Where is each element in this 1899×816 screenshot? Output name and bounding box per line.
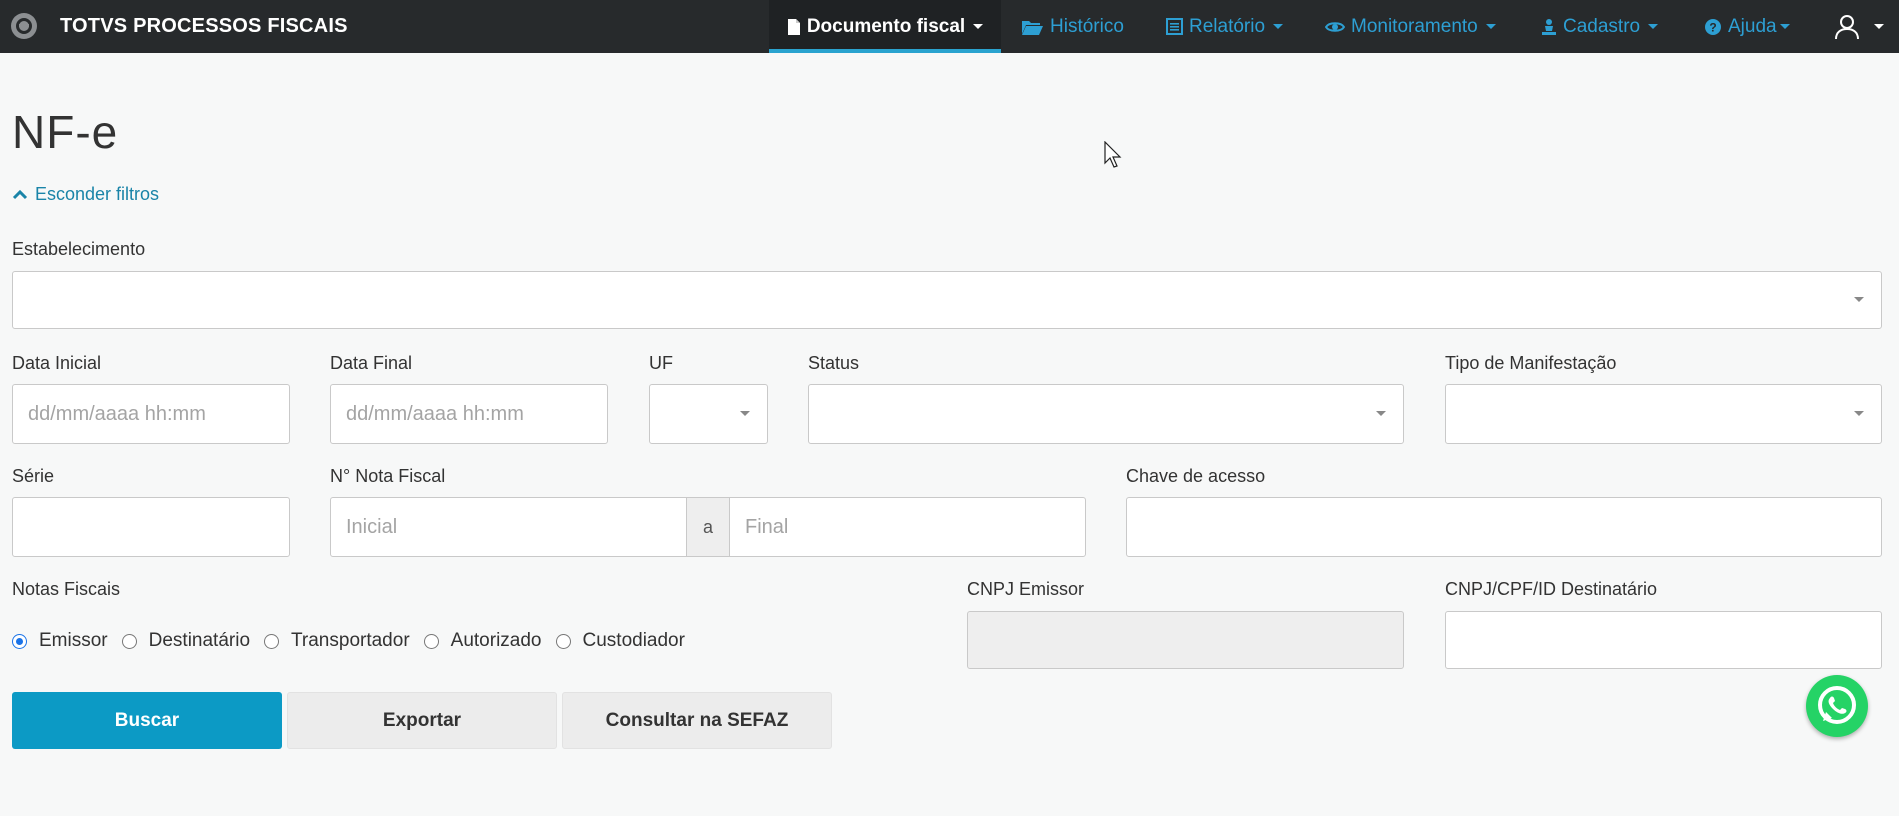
chevron-down-icon (1874, 24, 1884, 29)
serie-label: Série (12, 466, 55, 486)
chevron-up-icon (12, 189, 28, 200)
consultar-sefaz-button[interactable]: Consultar na SEFAZ (562, 692, 832, 749)
nota-fiscal-inicial-input[interactable] (330, 497, 687, 557)
nav-ajuda-label: Ajuda (1728, 15, 1777, 37)
list-alt-icon (1166, 18, 1183, 35)
data-inicial-input[interactable] (12, 384, 290, 444)
cnpj-destinatario-label: CNPJ/CPF/ID Destinatário (1445, 579, 1658, 599)
chave-acesso-label: Chave de acesso (1126, 466, 1266, 486)
estabelecimento-select[interactable] (12, 271, 1882, 329)
totvs-logo-icon (11, 13, 37, 39)
toggle-filters-label: Esconder filtros (35, 184, 160, 204)
chevron-down-icon (1273, 24, 1284, 29)
radio-autorizado-label: Autorizado (450, 630, 542, 651)
folder-open-icon (1022, 20, 1043, 35)
radio-destinatario-control[interactable] (121, 633, 137, 649)
data-final-label: Data Final (330, 353, 413, 373)
whatsapp-chat-button[interactable] (1806, 675, 1868, 737)
uf-label: UF (649, 353, 673, 373)
chevron-down-icon (1854, 411, 1864, 416)
eye-icon (1325, 21, 1345, 32)
radio-destinatario[interactable]: Destinatário (121, 630, 251, 652)
nav-monitoramento-label: Monitoramento (1351, 15, 1478, 37)
data-inicial-label: Data Inicial (12, 353, 102, 373)
nav-documento-fiscal[interactable]: Documento fiscal (769, 0, 1001, 53)
chevron-down-icon (1376, 411, 1386, 416)
exportar-button[interactable]: Exportar (287, 692, 557, 749)
radio-emissor-control[interactable] (12, 633, 27, 649)
cnpj-destinatario-input[interactable] (1445, 611, 1882, 669)
nav-cadastro[interactable]: Cadastro (1541, 0, 1659, 53)
radio-transportador-label: Transportador (291, 630, 410, 651)
whatsapp-icon (1818, 686, 1856, 724)
radio-emissor-label: Emissor (39, 630, 108, 651)
nota-fiscal-range-separator: a (686, 497, 730, 557)
notas-fiscais-label: Notas Fiscais (12, 579, 121, 599)
chevron-down-icon (1779, 24, 1790, 29)
radio-transportador[interactable]: Transportador (264, 630, 410, 652)
radio-custodiador-control[interactable] (555, 633, 571, 649)
toggle-filters-link[interactable]: Esconder filtros (12, 184, 159, 205)
data-final-input[interactable] (330, 384, 608, 444)
serie-input[interactable] (12, 497, 290, 557)
cnpj-emissor-label: CNPJ Emissor (967, 579, 1085, 599)
nav-user-menu[interactable] (1834, 0, 1884, 53)
chevron-down-icon (1485, 24, 1496, 29)
user-icon (1835, 14, 1859, 39)
page-title: NF-e (12, 106, 119, 158)
mouse-cursor-icon (1104, 141, 1122, 168)
radio-transportador-control[interactable] (264, 633, 280, 649)
radio-autorizado[interactable]: Autorizado (423, 630, 542, 652)
nav-documento-fiscal-label: Documento fiscal (806, 15, 966, 37)
uf-select[interactable] (649, 384, 768, 444)
radio-emissor[interactable]: Emissor (12, 630, 108, 652)
cnpj-emissor-input (967, 611, 1404, 669)
nav-monitoramento[interactable]: Monitoramento (1325, 0, 1496, 53)
top-navbar: TOTVS PROCESSOS FISCAIS Documento fiscal… (0, 0, 1899, 53)
nav-historico[interactable]: Histórico (1021, 0, 1124, 53)
pawn-icon (1542, 18, 1556, 35)
nota-fiscal-final-input[interactable] (729, 497, 1086, 557)
radio-autorizado-control[interactable] (423, 633, 439, 649)
nav-ajuda[interactable]: ? Ajuda (1704, 0, 1790, 53)
chave-acesso-input[interactable] (1126, 497, 1882, 557)
chevron-down-icon (1648, 24, 1659, 29)
chevron-down-icon (973, 24, 984, 29)
buscar-button[interactable]: Buscar (12, 692, 282, 749)
question-circle-icon: ? (1705, 18, 1721, 35)
nav-relatorio[interactable]: Relatório (1166, 0, 1284, 53)
chevron-down-icon (740, 411, 750, 416)
radio-custodiador-label: Custodiador (582, 630, 685, 651)
status-label: Status (808, 353, 860, 373)
nav-relatorio-label: Relatório (1189, 15, 1266, 37)
tipo-manifestacao-label: Tipo de Manifestação (1445, 353, 1617, 373)
nav-historico-label: Histórico (1050, 15, 1124, 37)
estabelecimento-label: Estabelecimento (12, 239, 146, 259)
svg-text:?: ? (1709, 20, 1716, 34)
tipo-manifestacao-select[interactable] (1445, 384, 1882, 444)
radio-custodiador[interactable]: Custodiador (555, 630, 685, 652)
radio-destinatario-label: Destinatário (148, 630, 251, 651)
app-name: TOTVS PROCESSOS FISCAIS (60, 15, 348, 37)
file-icon (787, 18, 800, 35)
nota-fiscal-label: N° Nota Fiscal (330, 466, 446, 486)
notas-fiscais-radio-group: Emissor Destinatário Transportador Autor… (12, 630, 699, 652)
nav-cadastro-label: Cadastro (1563, 15, 1641, 37)
chevron-down-icon (1854, 297, 1864, 302)
status-select[interactable] (808, 384, 1404, 444)
